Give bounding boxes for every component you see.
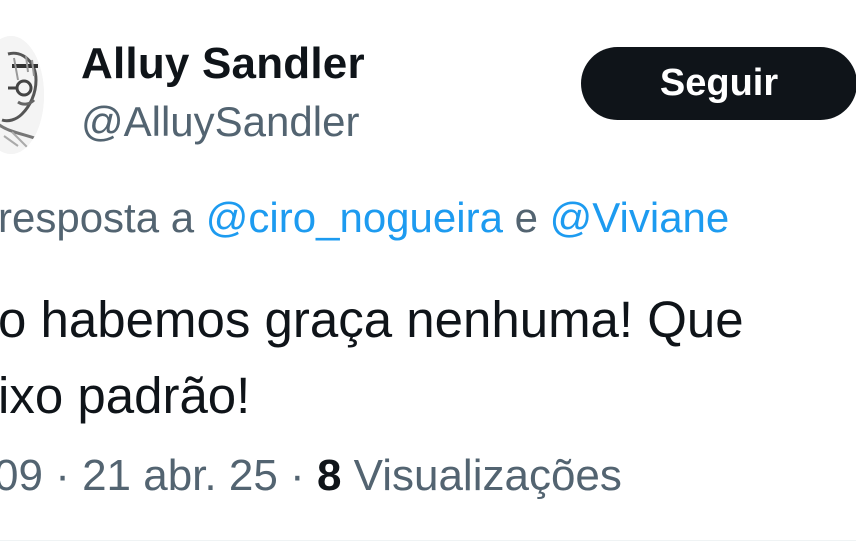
tweet-text-line-2: ixo padrão! bbox=[0, 367, 251, 424]
follow-button[interactable]: Seguir bbox=[581, 47, 856, 120]
tweet-meta: 09 · 21 abr. 25 · 8 Visualizações bbox=[0, 446, 622, 506]
mention-viviane[interactable]: @Viviane bbox=[550, 194, 730, 241]
author-display-name[interactable]: Alluy Sandler bbox=[81, 36, 365, 92]
meta-separator: · bbox=[290, 451, 305, 500]
views-label: Visualizações bbox=[353, 451, 622, 500]
meta-separator: · bbox=[55, 451, 70, 500]
reply-conjunction: e bbox=[514, 194, 538, 241]
reply-prefix: resposta a bbox=[0, 194, 195, 241]
divider bbox=[0, 540, 856, 541]
author-handle[interactable]: @AlluySandler bbox=[81, 95, 359, 149]
reply-context: resposta a @ciro_nogueira e @Viviane bbox=[0, 190, 729, 246]
tweet-time[interactable]: 09 bbox=[0, 451, 43, 500]
avatar-sketch-icon bbox=[0, 36, 44, 154]
tweet-text-line-1: o habemos graça nenhuma! Que bbox=[0, 291, 744, 348]
tweet-detail: Alluy Sandler @AlluySandler Seguir respo… bbox=[0, 0, 856, 545]
tweet-text: o habemos graça nenhuma! Que ixo padrão! bbox=[0, 282, 856, 434]
author-avatar[interactable] bbox=[0, 36, 44, 154]
tweet-date[interactable]: 21 abr. 25 bbox=[82, 451, 278, 500]
views-count: 8 bbox=[316, 451, 342, 500]
mention-ciro-nogueira[interactable]: @ciro_nogueira bbox=[206, 194, 503, 241]
